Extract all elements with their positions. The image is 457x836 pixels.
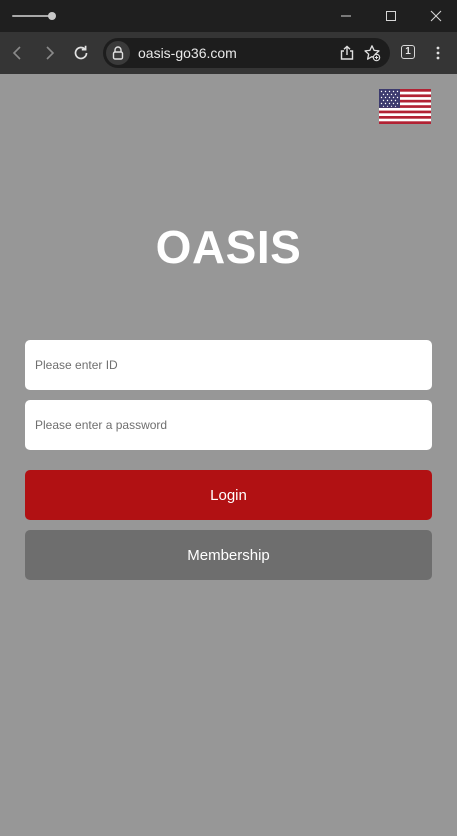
- zoom-slider[interactable]: [12, 10, 58, 22]
- password-input[interactable]: [25, 400, 432, 450]
- share-button[interactable]: [337, 43, 357, 63]
- language-selector[interactable]: [379, 89, 431, 124]
- id-input[interactable]: [25, 340, 432, 390]
- close-icon: [430, 10, 442, 22]
- minimize-icon: [341, 15, 351, 17]
- login-page: OASIS Login Membership: [0, 74, 457, 836]
- window-titlebar: [0, 0, 457, 32]
- forward-button[interactable]: [33, 37, 65, 69]
- tab-count-button[interactable]: 1: [401, 45, 415, 59]
- zoom-slider-track: [12, 15, 52, 17]
- browser-menu-button[interactable]: [428, 42, 448, 64]
- reload-icon: [74, 45, 88, 60]
- bookmark-button[interactable]: [362, 43, 382, 63]
- us-flag-icon: [379, 89, 431, 124]
- membership-button[interactable]: Membership: [25, 530, 432, 580]
- url-text[interactable]: oasis-go36.com: [138, 44, 237, 62]
- close-button[interactable]: [413, 0, 457, 32]
- minimize-button[interactable]: [323, 0, 369, 32]
- chevron-right-icon: [46, 46, 55, 60]
- browser-toolbar: oasis-go36.com 1: [0, 32, 457, 74]
- zoom-slider-thumb[interactable]: [48, 12, 56, 20]
- reload-button[interactable]: [65, 37, 97, 69]
- site-logo: OASIS: [155, 221, 302, 273]
- lock-icon: [112, 46, 124, 60]
- back-button[interactable]: [2, 37, 34, 69]
- star-icon: [364, 45, 381, 62]
- more-vertical-icon: [436, 46, 440, 60]
- share-icon: [340, 45, 354, 60]
- maximize-icon: [386, 11, 396, 21]
- address-bar[interactable]: oasis-go36.com: [103, 38, 390, 68]
- login-button[interactable]: Login: [25, 470, 432, 520]
- chevron-left-icon: [12, 46, 21, 60]
- site-info-button[interactable]: [106, 41, 130, 65]
- maximize-button[interactable]: [368, 0, 414, 32]
